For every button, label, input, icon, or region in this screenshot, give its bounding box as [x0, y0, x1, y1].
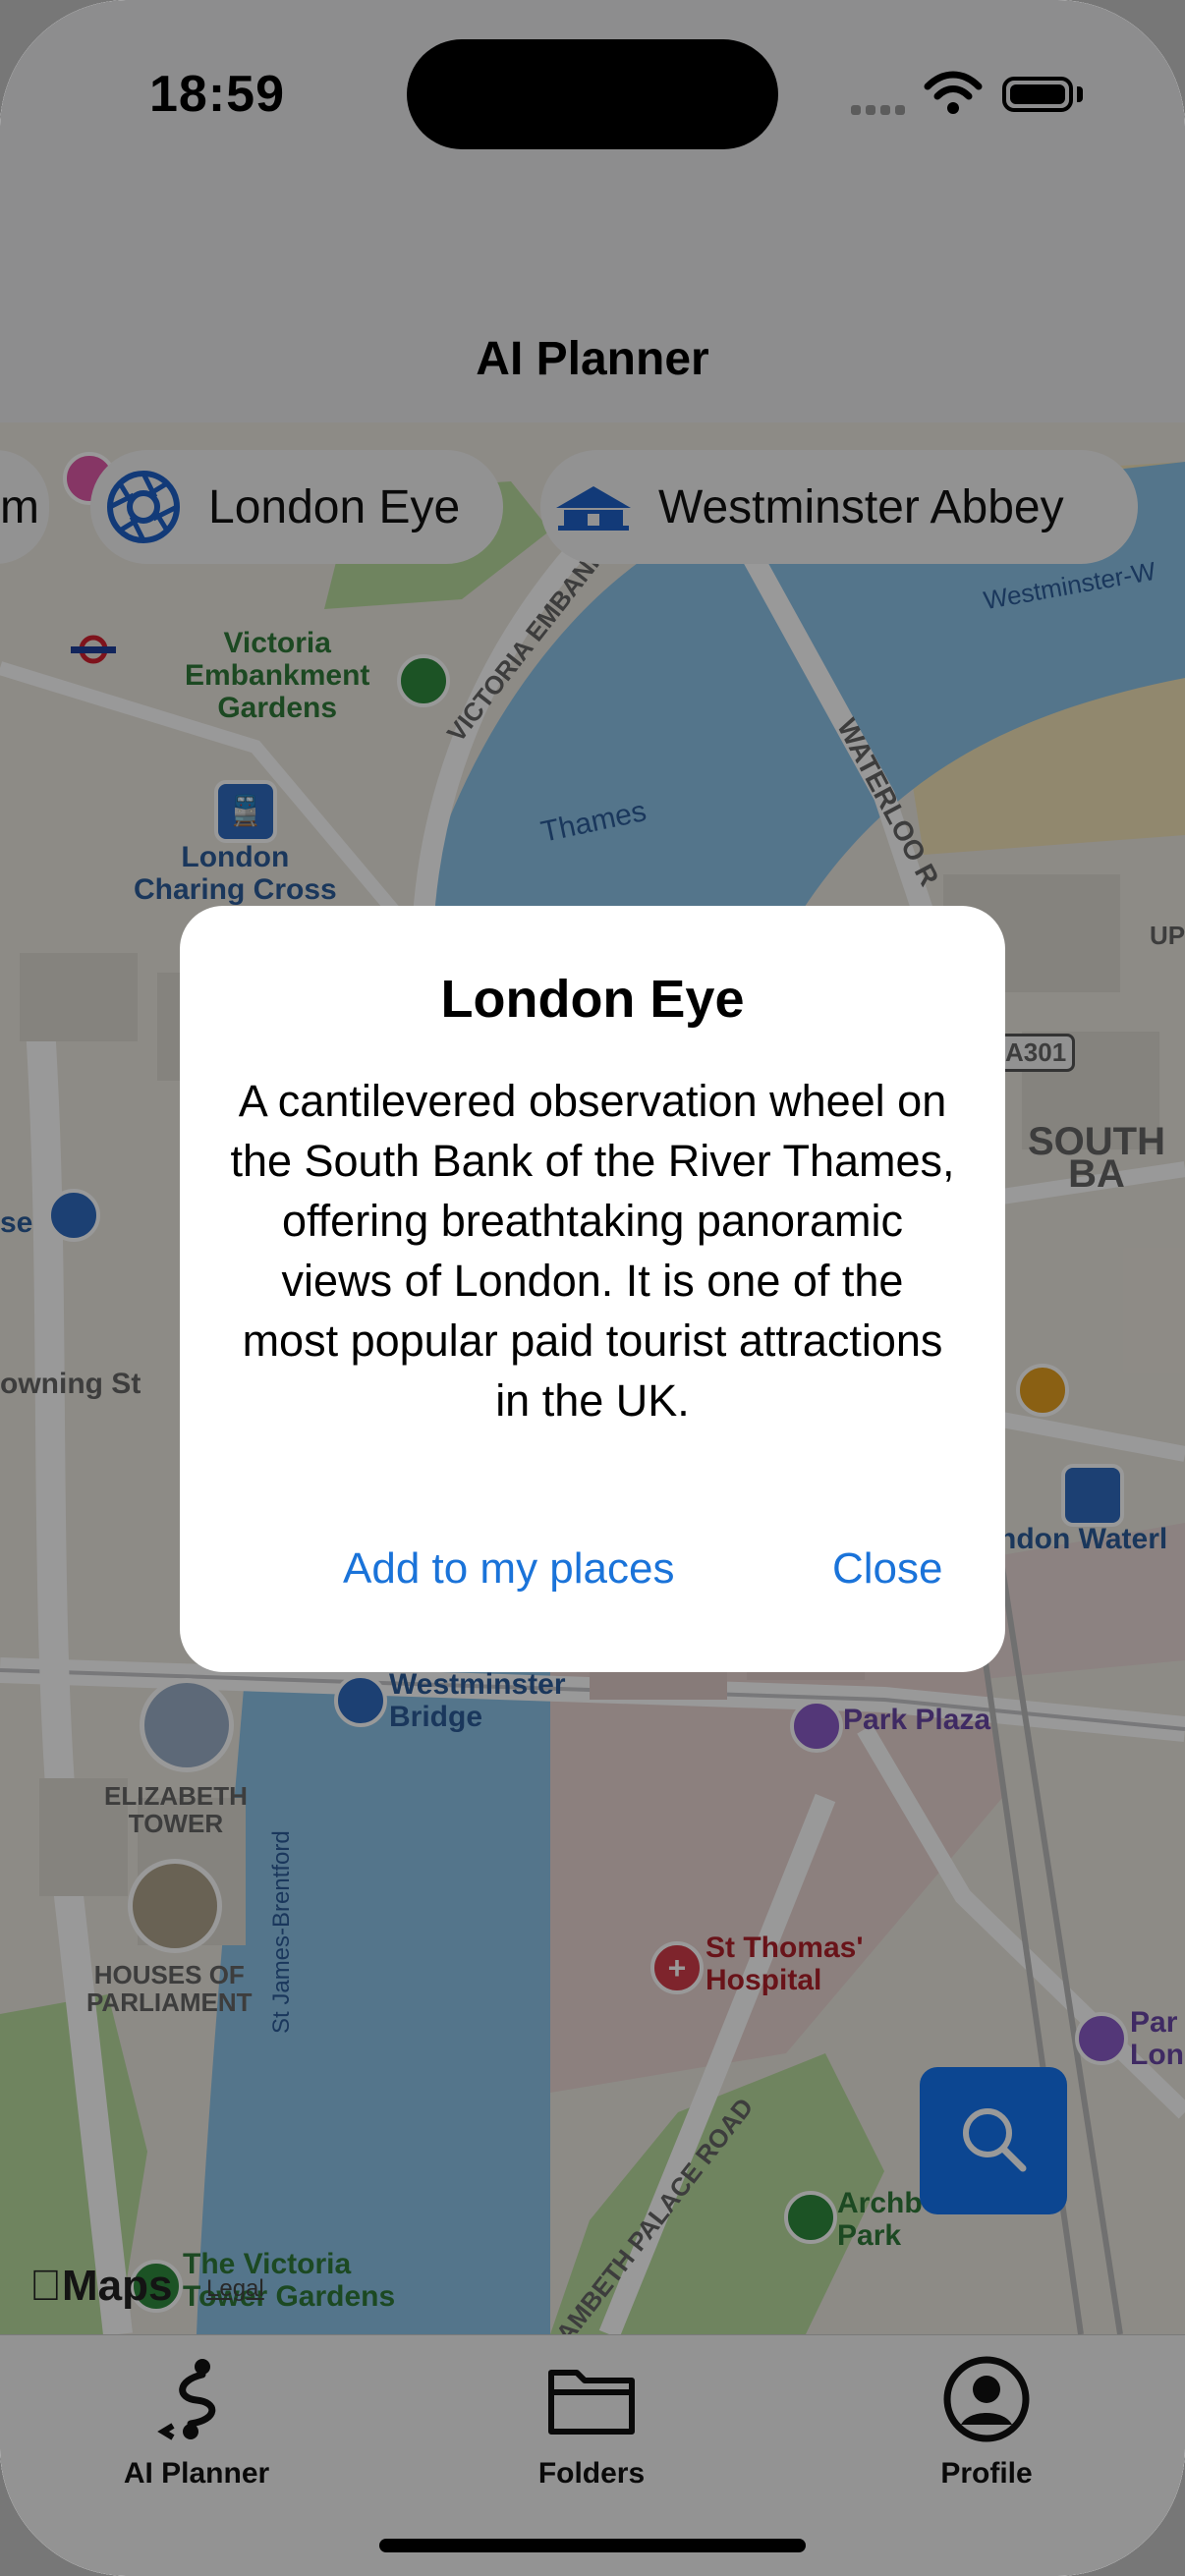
alert-title: London Eye — [440, 970, 745, 1029]
phone-screen: Victoria Embankment Gardens VICTORIA EMBAN… — [0, 0, 1185, 2576]
home-indicator — [379, 2539, 806, 2552]
alert-message: A cantilevered observation wheel on the … — [230, 1076, 955, 1426]
place-info-alert: London Eye A cantilevered observation wh… — [180, 906, 1005, 1672]
add-to-my-places-button[interactable]: Add to my places — [343, 1544, 675, 1594]
close-button[interactable]: Close — [832, 1544, 943, 1594]
